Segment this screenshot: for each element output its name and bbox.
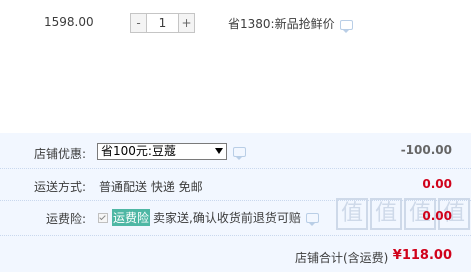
insurance-tag[interactable]: 运费险 [112, 209, 151, 226]
shipping-method-label: 运送方式: [34, 180, 87, 194]
message-icon[interactable] [233, 147, 246, 160]
insurance-option: 运费险 卖家送,确认收货前退货可赔 [98, 209, 319, 226]
watermark-glyph: 值 [370, 198, 402, 230]
message-icon[interactable] [339, 19, 353, 33]
divider [0, 168, 471, 169]
insurance-checkbox[interactable] [98, 212, 108, 223]
shop-total-amount: ¥118.00 [392, 248, 452, 263]
shop-discount-amount: -100.00 [400, 143, 452, 157]
quantity-stepper: - 1 + [130, 13, 195, 33]
shop-discount-selected: 省100元:豆蔻 [101, 144, 176, 158]
message-icon[interactable] [305, 212, 319, 226]
watermark-glyph: 值 [336, 198, 368, 230]
promotion-info: 省1380:新品抢鲜价 [228, 15, 353, 33]
shop-discount-label: 店铺优惠: [34, 147, 87, 161]
shipping-amount: 0.00 [422, 177, 452, 191]
quantity-input[interactable]: 1 [147, 13, 178, 33]
insurance-amount: 0.00 [422, 209, 452, 223]
item-price: 1598.00 [44, 15, 94, 29]
insurance-description: 卖家送,确认收货前退货可赔 [153, 211, 301, 225]
shipping-method-value: 普通配送 快递 免邮 [99, 180, 203, 194]
divider [0, 235, 471, 236]
insurance-label: 运费险: [46, 212, 87, 226]
increment-button[interactable]: + [178, 13, 195, 33]
promotion-text: 省1380:新品抢鲜价 [228, 17, 335, 31]
shop-total-label: 店铺合计(含运费) [295, 251, 389, 265]
shop-discount-select[interactable]: 省100元:豆蔻 [97, 143, 227, 160]
dropdown-arrow-icon [215, 148, 223, 154]
decrement-button[interactable]: - [130, 13, 147, 33]
order-item-row: 1598.00 - 1 + 省1380:新品抢鲜价 [0, 0, 471, 133]
